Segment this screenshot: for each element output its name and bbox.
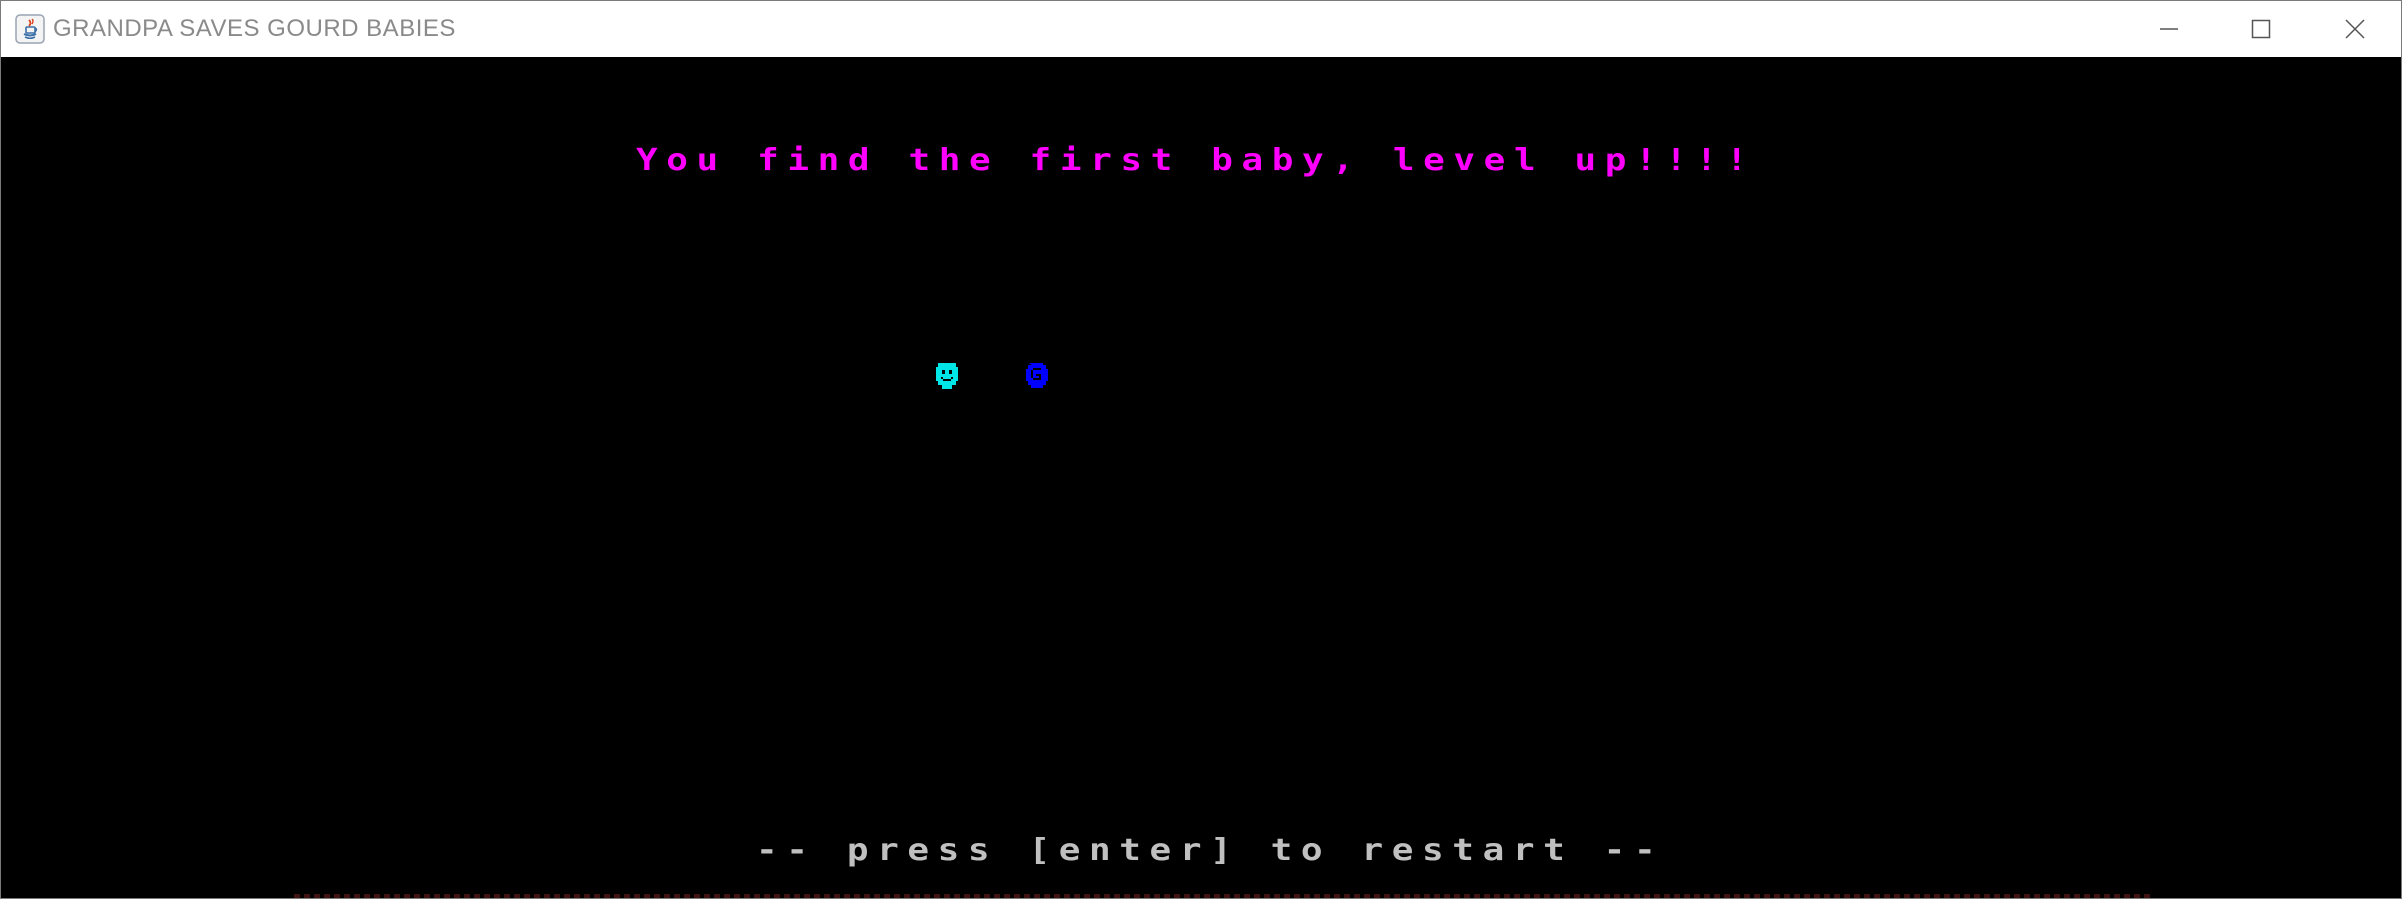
java-app-icon[interactable] xyxy=(15,14,45,44)
restart-prompt: -- press [enter] to restart -- xyxy=(756,833,1665,868)
gourd-baby-icon xyxy=(1024,359,1050,391)
close-button[interactable] xyxy=(2309,1,2401,57)
minimize-button[interactable] xyxy=(2123,1,2215,57)
application-window: GRANDPA SAVES GOURD BABIES You find the … xyxy=(0,0,2402,899)
minimize-icon xyxy=(2158,18,2180,40)
close-icon xyxy=(2344,18,2366,40)
maximize-icon xyxy=(2250,18,2272,40)
level-up-message: You find the first baby, level up!!!! xyxy=(636,143,1757,178)
maximize-button[interactable] xyxy=(2215,1,2307,57)
window-title: GRANDPA SAVES GOURD BABIES xyxy=(53,15,456,42)
game-canvas[interactable]: You find the first baby, level up!!!! --… xyxy=(2,58,2400,898)
grandpa-smiley-icon xyxy=(934,359,960,391)
title-bar[interactable]: GRANDPA SAVES GOURD BABIES xyxy=(1,1,2401,57)
bottom-border-decoration xyxy=(294,894,2150,898)
